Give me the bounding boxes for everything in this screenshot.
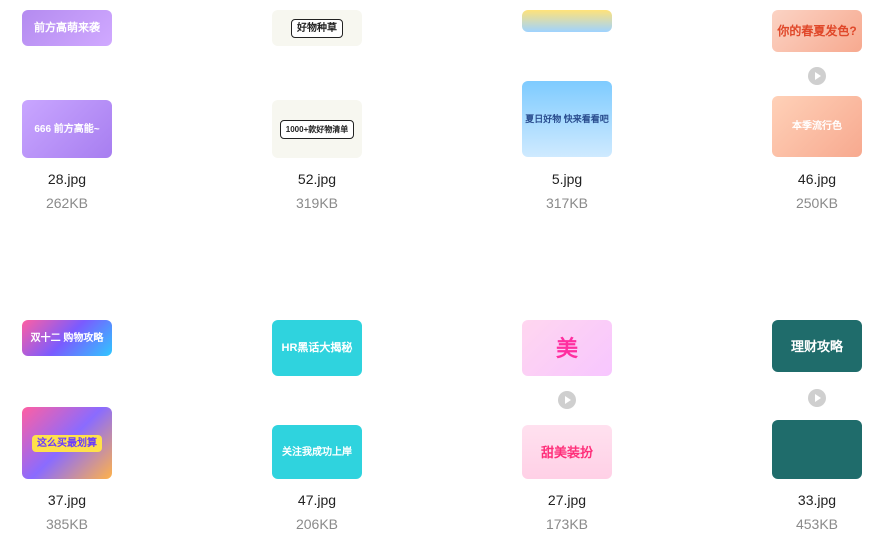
thumbnail-text: 前方高萌来袭 bbox=[34, 21, 100, 34]
thumbnail-bottom-33[interactable] bbox=[772, 420, 862, 479]
play-icon bbox=[808, 67, 826, 85]
file-size: 453KB bbox=[795, 516, 839, 532]
thumbnail-top-46[interactable]: 你的春夏发色? bbox=[772, 10, 862, 52]
thumbnail-text: 双十二 购物攻略 bbox=[30, 332, 104, 344]
thumbnail-bottom-46[interactable]: 本季流行色 bbox=[772, 96, 862, 157]
thumbnail-top-33[interactable]: 理财攻略 bbox=[772, 320, 862, 372]
thumbnail-text: 本季流行色 bbox=[792, 121, 842, 132]
thumbnail-text: 这么买最划算 bbox=[32, 434, 102, 452]
file-name[interactable]: 37.jpg bbox=[17, 492, 117, 508]
thumbnail-text: HR黑话大揭秘 bbox=[281, 341, 353, 354]
file-size: 317KB bbox=[545, 195, 589, 211]
play-icon bbox=[808, 389, 826, 407]
play-icon bbox=[558, 391, 576, 409]
file-name[interactable]: 52.jpg bbox=[267, 171, 367, 187]
file-name[interactable]: 33.jpg bbox=[767, 492, 867, 508]
thumbnail-text: 甜美装扮 bbox=[540, 444, 593, 460]
file-size: 262KB bbox=[45, 195, 89, 211]
thumbnail-bottom-47[interactable]: 关注我成功上岸 bbox=[272, 425, 362, 479]
thumbnail-top-27[interactable]: 美 bbox=[522, 320, 612, 376]
thumbnail-text: 夏日好物 快来看看吧 bbox=[525, 113, 609, 124]
file-name[interactable]: 27.jpg bbox=[517, 492, 617, 508]
thumbnail-text: 理财攻略 bbox=[790, 338, 843, 354]
thumbnail-bottom-5[interactable]: 夏日好物 快来看看吧 bbox=[522, 81, 612, 157]
file-size: 385KB bbox=[45, 516, 89, 532]
thumbnail-text: 1000+款好物清单 bbox=[279, 119, 355, 139]
file-name[interactable]: 47.jpg bbox=[267, 492, 367, 508]
file-size: 206KB bbox=[295, 516, 339, 532]
thumbnail-top-47[interactable]: HR黑话大揭秘 bbox=[272, 320, 362, 376]
thumbnail-text: 你的春夏发色? bbox=[777, 23, 857, 38]
thumbnail-top-5[interactable] bbox=[522, 10, 612, 32]
thumbnail-text: 666 前方高能~ bbox=[34, 123, 100, 135]
thumbnail-top-52[interactable]: 好物种草 bbox=[272, 10, 362, 46]
file-name[interactable]: 5.jpg bbox=[517, 171, 617, 187]
thumbnail-text: 关注我成功上岸 bbox=[282, 446, 352, 458]
file-name[interactable]: 28.jpg bbox=[17, 171, 117, 187]
thumbnail-bottom-27[interactable]: 甜美装扮 bbox=[522, 425, 612, 479]
file-name[interactable]: 46.jpg bbox=[767, 171, 867, 187]
file-size: 173KB bbox=[545, 516, 589, 532]
file-size: 250KB bbox=[795, 195, 839, 211]
file-size: 319KB bbox=[295, 195, 339, 211]
thumbnail-text: 美 bbox=[555, 335, 578, 361]
thumbnail-bottom-28[interactable]: 666 前方高能~ bbox=[22, 100, 112, 158]
thumbnail-top-28[interactable]: 前方高萌来袭 bbox=[22, 10, 112, 46]
thumbnail-top-37[interactable]: 双十二 购物攻略 bbox=[22, 320, 112, 356]
thumbnail-text: 好物种草 bbox=[291, 18, 343, 38]
thumbnail-bottom-52[interactable]: 1000+款好物清单 bbox=[272, 100, 362, 158]
thumbnail-bottom-37[interactable]: 这么买最划算 bbox=[22, 407, 112, 479]
